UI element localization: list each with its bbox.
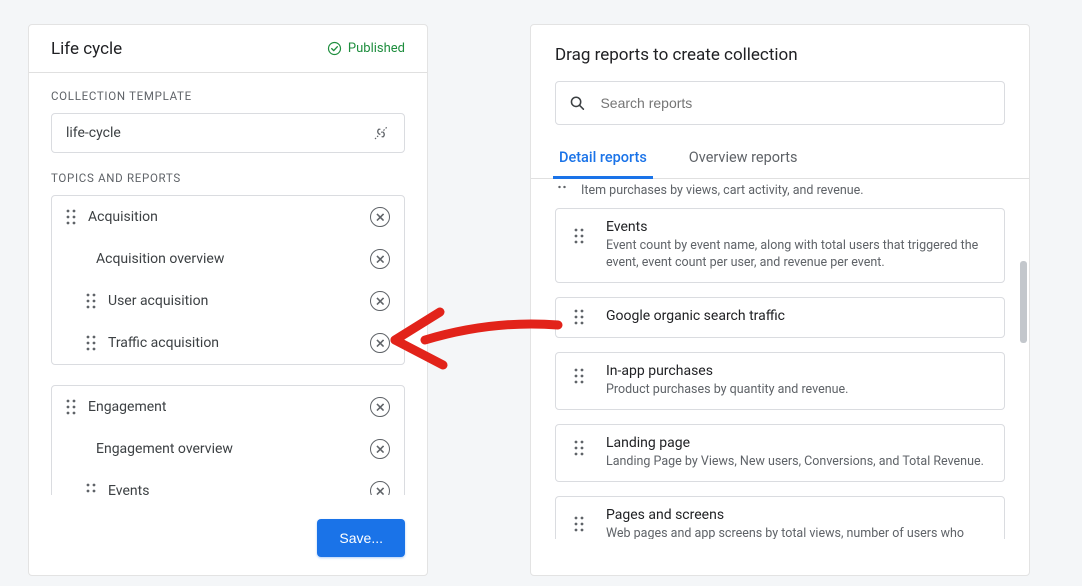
report-row[interactable]: Traffic acquisition bbox=[52, 322, 404, 364]
scrollbar-thumb[interactable] bbox=[1020, 261, 1027, 343]
report-card[interactable]: Landing page Landing Page by Views, New … bbox=[555, 424, 1005, 482]
report-card-desc: Web pages and app screens by total views… bbox=[606, 526, 990, 540]
report-card[interactable]: Pages and screens Web pages and app scre… bbox=[555, 496, 1005, 540]
drag-handle-icon[interactable] bbox=[82, 292, 100, 310]
remove-report-button[interactable] bbox=[370, 333, 390, 353]
report-card[interactable]: Google organic search traffic bbox=[555, 297, 1005, 338]
tab-detail-reports[interactable]: Detail reports bbox=[555, 139, 651, 178]
drag-handle-icon[interactable] bbox=[82, 334, 100, 352]
report-tabs: Detail reports Overview reports bbox=[531, 139, 1029, 179]
collection-title: Life cycle bbox=[51, 39, 122, 59]
panel-body: COLLECTION TEMPLATE life-cycle TOPICS AN… bbox=[29, 73, 427, 495]
drag-handle-icon[interactable] bbox=[82, 482, 100, 495]
drag-handle-icon[interactable] bbox=[570, 367, 588, 385]
collection-editor-panel: Life cycle Published COLLECTION TEMPLATE… bbox=[28, 24, 428, 576]
report-label: Traffic acquisition bbox=[108, 335, 370, 351]
panel-header: Life cycle Published bbox=[29, 25, 427, 73]
report-row[interactable]: Engagement overview bbox=[52, 428, 404, 470]
report-card-title: Landing page bbox=[606, 435, 990, 451]
topic-header-row[interactable]: Acquisition bbox=[52, 196, 404, 238]
report-card-partial[interactable]: Item purchases by views, cart activity, … bbox=[545, 179, 1005, 202]
report-label: Events bbox=[108, 483, 370, 495]
save-button[interactable]: Save... bbox=[317, 519, 405, 557]
topic-name: Acquisition bbox=[88, 209, 370, 225]
remove-topic-button[interactable] bbox=[370, 397, 390, 417]
report-card[interactable]: Events Event count by event name, along … bbox=[555, 208, 1005, 283]
checkmark-circle-icon bbox=[327, 41, 342, 56]
remove-report-button[interactable] bbox=[370, 291, 390, 311]
report-card-title: Google organic search traffic bbox=[606, 308, 990, 324]
remove-report-button[interactable] bbox=[370, 439, 390, 459]
report-card-desc: Product purchases by quantity and revenu… bbox=[606, 382, 990, 399]
report-label: Acquisition overview bbox=[96, 251, 370, 267]
topic-group[interactable]: Acquisition Acquisition overview User ac… bbox=[51, 195, 405, 365]
drag-handle-icon[interactable] bbox=[570, 227, 588, 245]
topic-header-row[interactable]: Engagement bbox=[52, 386, 404, 428]
tab-overview-reports[interactable]: Overview reports bbox=[685, 139, 802, 178]
remove-report-button[interactable] bbox=[370, 481, 390, 495]
report-card[interactable]: In-app purchases Product purchases by qu… bbox=[555, 352, 1005, 410]
drag-handle-icon[interactable] bbox=[570, 439, 588, 457]
topic-name: Engagement bbox=[88, 399, 370, 415]
report-label: Engagement overview bbox=[96, 441, 370, 457]
report-row[interactable]: Acquisition overview bbox=[52, 238, 404, 280]
remove-report-button[interactable] bbox=[370, 249, 390, 269]
template-section-label: COLLECTION TEMPLATE bbox=[51, 89, 405, 103]
topics-scroll-area[interactable]: Acquisition Acquisition overview User ac… bbox=[51, 195, 405, 495]
template-select[interactable]: life-cycle bbox=[51, 113, 405, 153]
report-row[interactable]: User acquisition bbox=[52, 280, 404, 322]
search-reports-field[interactable] bbox=[555, 81, 1005, 125]
search-input[interactable] bbox=[600, 95, 992, 111]
report-card-list[interactable]: Item purchases by views, cart activity, … bbox=[531, 179, 1029, 539]
drag-handle-icon[interactable] bbox=[570, 515, 588, 533]
report-row[interactable]: Events bbox=[52, 470, 404, 495]
report-card-title: In-app purchases bbox=[606, 363, 990, 379]
report-card-title: Events bbox=[606, 219, 990, 235]
published-badge: Published bbox=[327, 41, 405, 56]
report-card-desc: Landing Page by Views, New users, Conver… bbox=[606, 454, 990, 471]
topic-group[interactable]: Engagement Engagement overview Events bbox=[51, 385, 405, 495]
remove-topic-button[interactable] bbox=[370, 207, 390, 227]
reports-library-panel: Drag reports to create collection Detail… bbox=[530, 24, 1030, 576]
search-icon bbox=[568, 93, 586, 113]
topics-section-label: TOPICS AND REPORTS bbox=[51, 171, 405, 185]
report-label: User acquisition bbox=[108, 293, 370, 309]
report-card-title: Pages and screens bbox=[606, 507, 990, 523]
drag-handle-icon[interactable] bbox=[62, 208, 80, 226]
report-card-desc: Event count by event name, along with to… bbox=[606, 238, 990, 272]
library-heading: Drag reports to create collection bbox=[531, 45, 1029, 81]
template-value: life-cycle bbox=[66, 125, 121, 141]
published-label: Published bbox=[348, 41, 405, 56]
unlink-icon bbox=[372, 124, 390, 142]
drag-handle-icon[interactable] bbox=[570, 308, 588, 326]
drag-handle-icon[interactable] bbox=[62, 398, 80, 416]
